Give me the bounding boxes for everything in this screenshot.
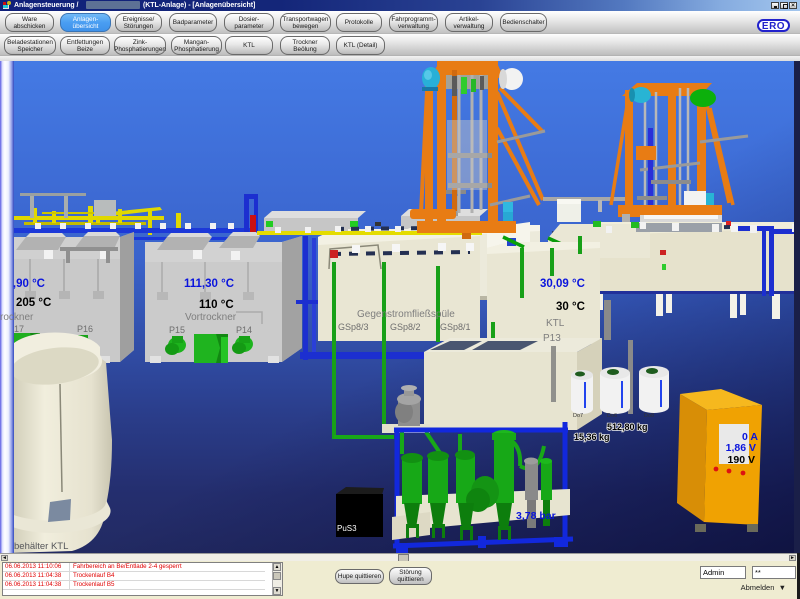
svg-text:Do6: Do6: [607, 413, 617, 419]
svg-text:behälter KTL: behälter KTL: [14, 541, 68, 552]
svg-text:Vortrockner: Vortrockner: [185, 312, 237, 323]
svg-text:,90 °C: ,90 °C: [13, 278, 45, 290]
svg-text:Do7: Do7: [573, 413, 583, 419]
svg-text:GSp8/2: GSp8/2: [390, 322, 421, 332]
svg-text:Gegenstromfließspüle: Gegenstromfließspüle: [357, 309, 455, 320]
svg-text:P13: P13: [543, 333, 561, 344]
svg-text:15,36 kg: 15,36 kg: [574, 432, 610, 442]
svg-text:3,78 bar: 3,78 bar: [516, 510, 556, 522]
svg-text:GSp8/1: GSp8/1: [440, 322, 471, 332]
svg-text:110 °C: 110 °C: [199, 299, 234, 311]
svg-text:GSp8/3: GSp8/3: [338, 322, 369, 332]
svg-text:Do8: Do8: [644, 413, 654, 419]
svg-text:111,30 °C: 111,30 °C: [184, 278, 234, 290]
svg-text:1,86 V: 1,86 V: [726, 442, 756, 454]
svg-text:17: 17: [14, 324, 24, 334]
svg-text:PuS3: PuS3: [337, 524, 357, 533]
svg-text:rockner: rockner: [0, 312, 34, 323]
svg-text:30 °C: 30 °C: [556, 301, 585, 313]
svg-text:KTL: KTL: [546, 318, 565, 329]
svg-text:P14: P14: [236, 325, 252, 335]
svg-text:190 V: 190 V: [728, 454, 755, 466]
svg-text:205 °C: 205 °C: [16, 297, 51, 309]
svg-text:P16: P16: [77, 324, 93, 334]
svg-text:P15: P15: [169, 325, 185, 335]
svg-text:512,80 kg: 512,80 kg: [607, 422, 648, 432]
svg-text:30,09 °C: 30,09 °C: [540, 278, 585, 290]
